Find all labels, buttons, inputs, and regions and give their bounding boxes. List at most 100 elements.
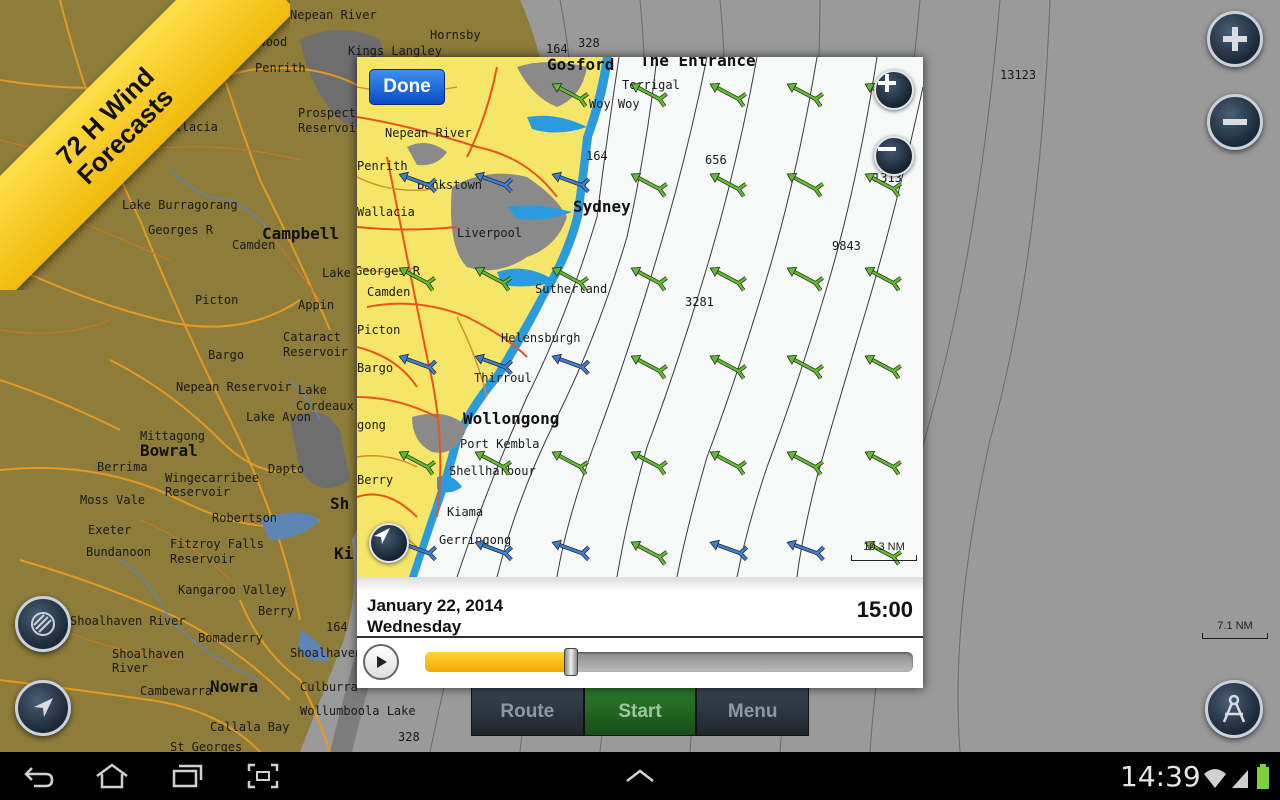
wind-arrow (709, 82, 747, 108)
wind-arrow (551, 353, 591, 376)
back-icon[interactable] (22, 762, 56, 790)
menu-button[interactable]: Menu (696, 686, 810, 736)
layers-icon (31, 612, 55, 636)
map-place-label: Campbell (262, 224, 340, 243)
status-clock: 14:39 (1120, 760, 1201, 793)
map-label: Hornsby (430, 28, 481, 42)
plus-icon (1223, 27, 1247, 51)
wind-arrow (786, 354, 824, 380)
navigation-arrow-icon (34, 698, 53, 717)
map-label: 328 (398, 730, 420, 744)
wind-arrow (630, 540, 668, 566)
wind-arrow (864, 266, 902, 292)
map-label: Bundanoon (86, 545, 152, 559)
map-label: Fitzroy Falls (170, 537, 264, 551)
map-label: Shoalhaven River (70, 614, 186, 628)
map-place-label: Sh (330, 494, 350, 513)
map-scale-bar (1202, 633, 1268, 639)
wind-arrow (398, 450, 436, 476)
wind-arrows-layer (398, 82, 902, 566)
play-button[interactable] (363, 644, 399, 680)
forecast-date: January 22, 2014 Wednesday (367, 595, 503, 637)
map-place-label: Bowral (140, 441, 198, 460)
forecast-scale-label: 10.3 NM (863, 541, 905, 553)
done-button[interactable]: Done (369, 69, 445, 105)
wind-arrow (630, 354, 668, 380)
map-label: Dapto (268, 462, 305, 476)
map-label: Cataract (283, 330, 341, 344)
map-scale-label: 7.1 NM (1217, 620, 1253, 632)
timeline-progress-fill (425, 652, 572, 672)
map-label: Georges R (148, 223, 214, 237)
map-label: Bargo (208, 348, 245, 362)
map-label: 13123 (1000, 68, 1037, 82)
map-label: Culburra (300, 680, 358, 694)
map-label: Berry (258, 604, 295, 618)
map-label: 164 (546, 42, 568, 56)
dialog-zoom-out-button[interactable] (874, 136, 914, 176)
chevron-up-icon[interactable] (624, 768, 656, 784)
map-label: Robertson (212, 511, 278, 525)
map-place-label: Nowra (210, 677, 259, 696)
map-label: Lake Burragorang (122, 198, 238, 212)
layers-button[interactable] (15, 596, 71, 652)
wind-arrow (630, 82, 668, 108)
forecast-map[interactable]: Terrigal Woy Woy Nepean River Penrith Bankst… (357, 57, 923, 577)
wind-arrow (398, 353, 438, 376)
map-label: Reservoir (170, 552, 236, 566)
home-icon[interactable] (93, 762, 131, 790)
recent-apps-icon[interactable] (170, 762, 206, 790)
map-label: Moss Vale (80, 493, 146, 507)
timeline-controls (357, 638, 923, 688)
map-label: Berrima (97, 460, 148, 474)
map-label: Lake (322, 266, 351, 280)
play-icon (377, 656, 387, 668)
map-label: Bomaderry (198, 631, 264, 645)
zoom-out-button[interactable] (1207, 94, 1263, 150)
wind-arrow (398, 266, 436, 292)
wind-arrow (551, 266, 589, 292)
forecast-date-line: January 22, 2014 (367, 596, 504, 615)
start-button[interactable]: Start (583, 686, 697, 736)
dialog-navigate-button[interactable] (369, 523, 409, 563)
map-label: Reservoir (283, 345, 349, 359)
map-label: Cordeaux (296, 399, 354, 413)
map-label: Shoalhaven (290, 646, 363, 660)
minus-icon (878, 147, 896, 151)
wind-arrow (786, 172, 824, 198)
wind-arrow (551, 539, 591, 562)
map-label: Shoalhaven (112, 647, 185, 661)
signal-icon (1232, 770, 1248, 788)
wind-arrow (551, 450, 589, 476)
system-navigation-bar: 14:39 (0, 752, 1280, 800)
compass-tool-icon (1222, 694, 1246, 723)
map-place-label: Ki (334, 544, 354, 563)
zoom-in-button[interactable] (1207, 11, 1263, 67)
map-label: Kangaroo Valley (178, 583, 287, 597)
wind-arrow (709, 354, 747, 380)
map-label: River (112, 661, 149, 675)
dialog-zoom-in-button[interactable] (874, 70, 914, 110)
map-label: Nepean Reservoir (176, 380, 292, 394)
forecast-map-scale: 10.3 NM (849, 541, 919, 563)
forecast-time-info: January 22, 2014 Wednesday 15:00 (357, 577, 923, 638)
map-label: Wollumboola Lake (300, 704, 416, 718)
wind-forecast-dialog: Terrigal Woy Woy Nepean River Penrith Bankst… (357, 57, 923, 688)
map-scale: 7.1 NM (1200, 620, 1270, 640)
wind-arrow (474, 450, 512, 476)
navigate-button[interactable] (15, 680, 71, 736)
timeline-slider-thumb[interactable] (564, 648, 579, 676)
wind-arrow (630, 172, 668, 198)
anchor-button[interactable] (1205, 680, 1263, 738)
minus-icon (1223, 119, 1247, 125)
wind-arrow (630, 266, 668, 292)
map-label: Picton (195, 293, 239, 307)
wind-arrow (474, 171, 514, 194)
map-label: Wallacia (160, 120, 218, 134)
bottom-action-bar: Route Start Menu (471, 686, 810, 736)
map-label: 328 (578, 36, 600, 50)
screenshot-icon[interactable] (246, 762, 280, 790)
forecast-weekday: Wednesday (367, 617, 462, 636)
route-button[interactable]: Route (471, 686, 584, 736)
timeline-slider[interactable] (425, 652, 913, 672)
